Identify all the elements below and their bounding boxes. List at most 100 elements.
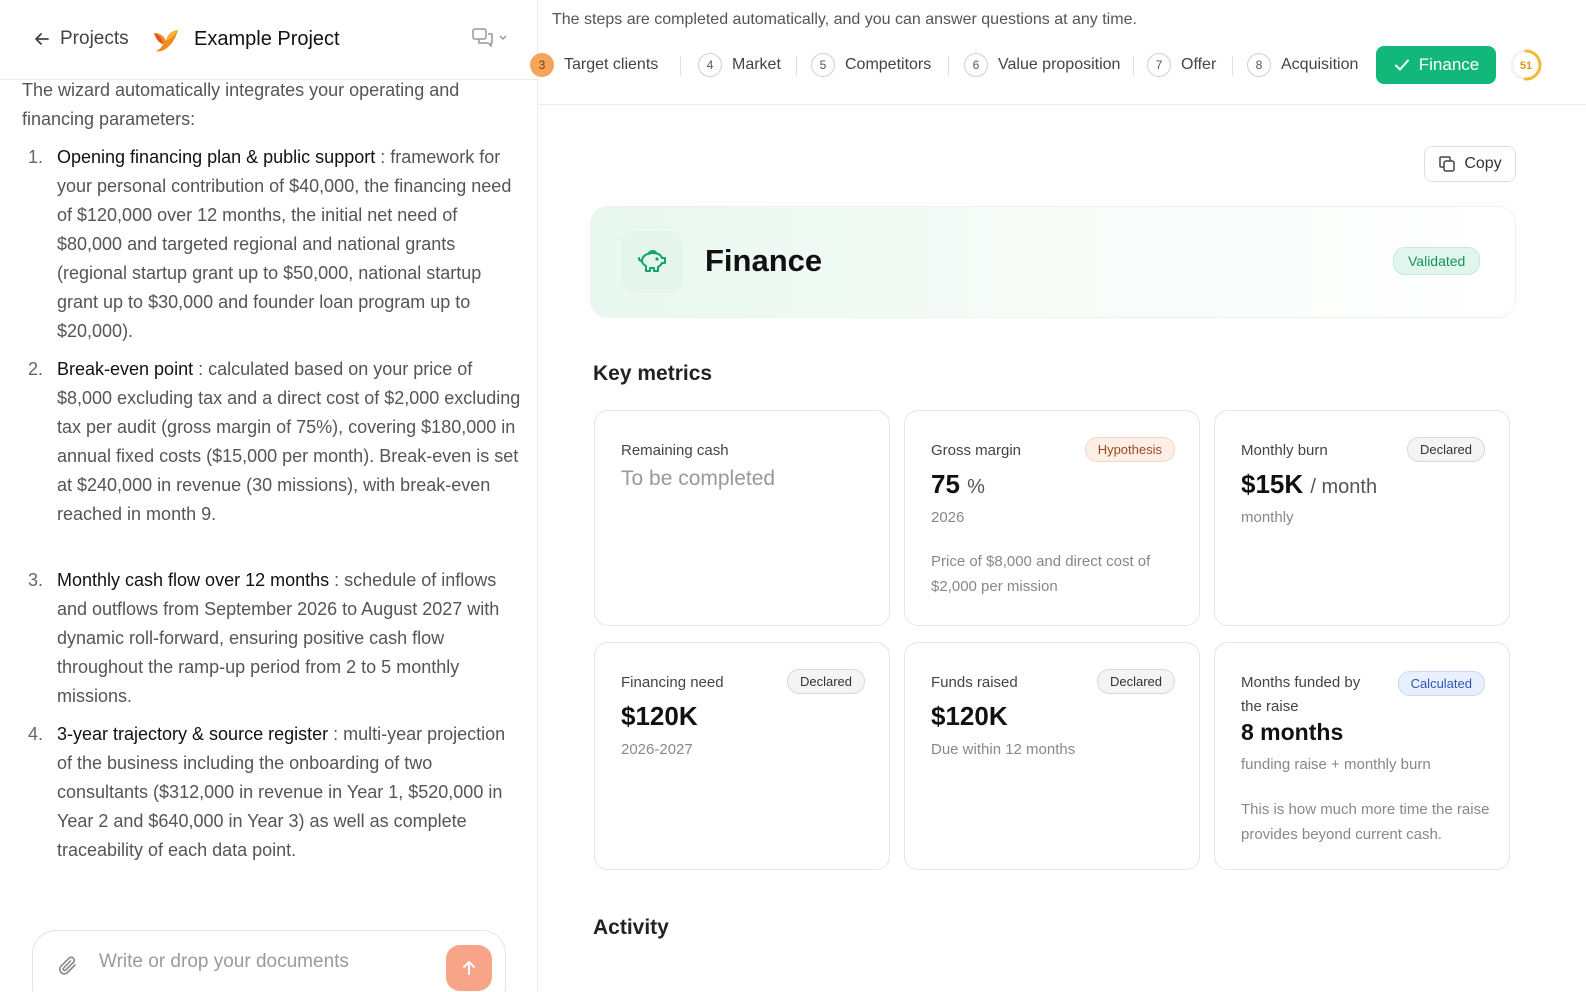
list-item: 3. Monthly cash flow over 12 months : sch…	[22, 566, 522, 711]
finance-title: Finance	[705, 243, 823, 278]
arrow-up-icon	[463, 961, 475, 975]
chat-bubbles-icon	[472, 28, 493, 48]
metric-label: Monthly burn	[1241, 442, 1328, 459]
list-item-body: schedule of inflows and outflows from Se…	[57, 570, 500, 706]
metric-note: Price of $8,000 and direct cost of $2,00…	[931, 553, 1151, 595]
step-label: Target clients	[564, 56, 659, 73]
step-label: Acquisition	[1281, 56, 1359, 73]
step-market[interactable]: 4 Market	[698, 46, 781, 84]
send-button[interactable]	[446, 945, 492, 991]
step-number: 7	[1147, 53, 1171, 77]
list-item-title: Break-even point	[57, 359, 194, 379]
step-label: Offer	[1181, 56, 1217, 73]
step-target-clients[interactable]: 3 Target clients	[530, 46, 658, 84]
arrow-left-icon	[35, 33, 49, 45]
back-to-projects-link[interactable]: Projects	[32, 28, 129, 50]
list-item-number: 1.	[28, 147, 44, 167]
step-label: Finance	[1418, 55, 1480, 74]
list-item-title: Opening financing plan & public support	[57, 147, 376, 167]
metric-card-gross-margin: Gross margin Hypothesis 75 % 2026 Price …	[904, 410, 1200, 626]
steps-divider	[538, 104, 1586, 105]
step-number: 6	[964, 53, 988, 77]
list-item-title: Monthly cash flow over 12 months	[57, 570, 330, 590]
declared-badge: Declared	[786, 669, 865, 694]
metric-sub: Due within 12 months	[931, 741, 1076, 758]
metric-value: 75	[931, 469, 960, 499]
metric-value-wrapper: $15K / month	[1241, 469, 1377, 500]
chat-header: Projects Example Project	[0, 0, 538, 80]
list-item-body: multi-year projection of the business in…	[57, 724, 506, 860]
list-item-separator: :	[193, 359, 209, 379]
copy-label: Copy	[1464, 155, 1502, 172]
status-badge: Validated	[1393, 247, 1481, 275]
step-divider	[1232, 56, 1233, 76]
message-intro: The wizard automatically integrates your…	[22, 80, 460, 129]
declared-badge: Declared	[1096, 669, 1175, 694]
message-composer[interactable]: Write or drop your documents	[32, 930, 506, 992]
metric-value: $15K	[1241, 469, 1304, 499]
paperclip-icon[interactable]	[57, 955, 79, 977]
metric-label: Remaining cash	[621, 442, 729, 459]
finance-header-card: Finance Validated	[590, 206, 1516, 318]
step-finance-active[interactable]: Finance	[1376, 46, 1496, 84]
metric-unit: / month	[1310, 476, 1378, 498]
step-number: 8	[1247, 53, 1271, 77]
calculated-badge: Calculated	[1397, 671, 1485, 696]
step-acquisition[interactable]: 8 Acquisition	[1247, 46, 1358, 84]
list-item-number: 4.	[28, 724, 44, 744]
hypothesis-badge: Hypothesis	[1084, 437, 1175, 462]
back-label: Projects	[60, 28, 129, 49]
list-item-number: 2.	[28, 359, 44, 379]
step-number: 3	[530, 53, 554, 77]
list-item: 4. 3-year trajectory & source register : …	[22, 720, 522, 865]
step-divider	[796, 56, 797, 76]
workspace-panel: The steps are completed automatically, a…	[530, 0, 1586, 992]
metric-value: $120K	[931, 701, 1008, 731]
conversations-dropdown[interactable]	[472, 28, 508, 48]
progress-ring: 51	[1510, 49, 1542, 81]
step-label: Competitors	[845, 56, 932, 73]
list-item-separator: :	[328, 724, 344, 744]
step-number: 4	[698, 53, 722, 77]
step-divider	[680, 56, 681, 76]
composer-placeholder[interactable]: Write or drop your documents	[99, 951, 349, 973]
steps-nav: 3 Target clients 4 Market 5 Competitors …	[530, 46, 1586, 84]
activity-title: Activity	[593, 916, 669, 939]
chat-panel: Projects Example Project The wizard auto…	[0, 0, 538, 992]
declared-badge: Declared	[1406, 437, 1485, 462]
progress-value: 51	[1520, 60, 1532, 72]
copy-button[interactable]: Copy	[1424, 146, 1516, 182]
metric-card-funds-raised: Funds raised Declared $120K Due within 1…	[904, 642, 1200, 870]
step-label: Market	[732, 56, 781, 73]
step-offer[interactable]: 7 Offer	[1147, 46, 1216, 84]
project-title: Example Project	[194, 28, 340, 50]
list-item-number: 3.	[28, 570, 44, 590]
list-item-separator: :	[329, 570, 345, 590]
metric-sub: monthly	[1241, 509, 1294, 526]
metric-value[interactable]: To be completed	[621, 467, 775, 491]
metric-label: Funds raised	[931, 674, 1018, 691]
metric-value-wrapper: 75 %	[931, 469, 985, 500]
chevron-down-icon	[499, 35, 507, 41]
metric-sub: 2026	[931, 509, 965, 526]
metric-card-monthly-burn: Monthly burn Declared $15K / month month…	[1214, 410, 1510, 626]
step-divider	[948, 56, 949, 76]
list-item-body: calculated based on your price of $8,000…	[57, 359, 521, 524]
list-item: 2. Break-even point : calculated based on…	[22, 355, 522, 529]
metric-sub: 2026-2027	[621, 741, 693, 758]
step-value-proposition[interactable]: 6 Value proposition	[964, 46, 1120, 84]
piggy-bank-icon	[638, 250, 666, 272]
step-divider	[1133, 56, 1134, 76]
metric-card-months-funded: Months funded by the raise Calculated 8 …	[1214, 642, 1510, 870]
metric-note: This is how much more time the raise pro…	[1241, 801, 1490, 843]
message-list: 1. Opening financing plan & public suppor…	[22, 143, 522, 865]
step-competitors[interactable]: 5 Competitors	[811, 46, 931, 84]
metric-value: 8 months	[1241, 719, 1344, 745]
metric-sub: funding raise + monthly burn	[1241, 756, 1431, 773]
piggy-bank-icon-wrapper	[621, 231, 683, 293]
list-item-title: 3-year trajectory & source register	[57, 724, 329, 744]
list-item-body: framework for your personal contribution…	[57, 147, 512, 341]
step-number: 5	[811, 53, 835, 77]
key-metrics-title: Key metrics	[593, 362, 713, 385]
steps-info-text: The steps are completed automatically, a…	[552, 11, 1137, 28]
